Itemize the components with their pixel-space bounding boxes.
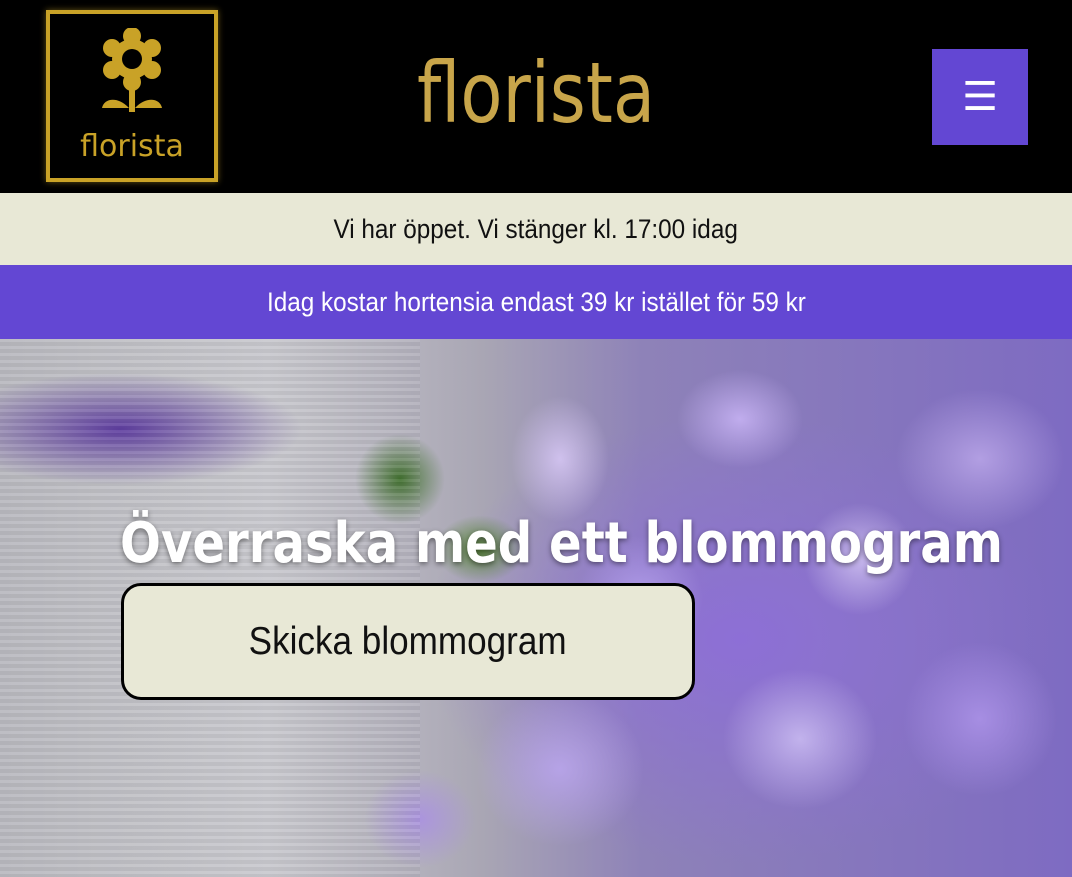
site-title: florista — [416, 44, 656, 142]
send-blommogram-button[interactable]: Skicka blommogram — [121, 583, 695, 700]
hero-banner: Överraska med ett blommogram Skicka blom… — [0, 339, 1072, 877]
hero-title: Överraska med ett blommogram — [120, 511, 1003, 576]
cta-label: Skicka blommogram — [249, 620, 567, 663]
logo-link[interactable]: florista — [46, 10, 218, 182]
site-header: florista florista ☰ — [0, 0, 1072, 193]
logo-text: florista — [80, 129, 184, 164]
promo-bar: Idag kostar hortensia endast 39 kr istäl… — [0, 265, 1072, 339]
opening-hours-bar: Vi har öppet. Vi stänger kl. 17:00 idag — [0, 193, 1072, 265]
opening-hours-text: Vi har öppet. Vi stänger kl. 17:00 idag — [333, 214, 739, 244]
hamburger-menu-icon: ☰ — [962, 74, 998, 120]
promo-text: Idag kostar hortensia endast 39 kr istäl… — [266, 287, 806, 317]
flower-logo-icon — [102, 28, 162, 112]
menu-button[interactable]: ☰ — [932, 49, 1028, 145]
